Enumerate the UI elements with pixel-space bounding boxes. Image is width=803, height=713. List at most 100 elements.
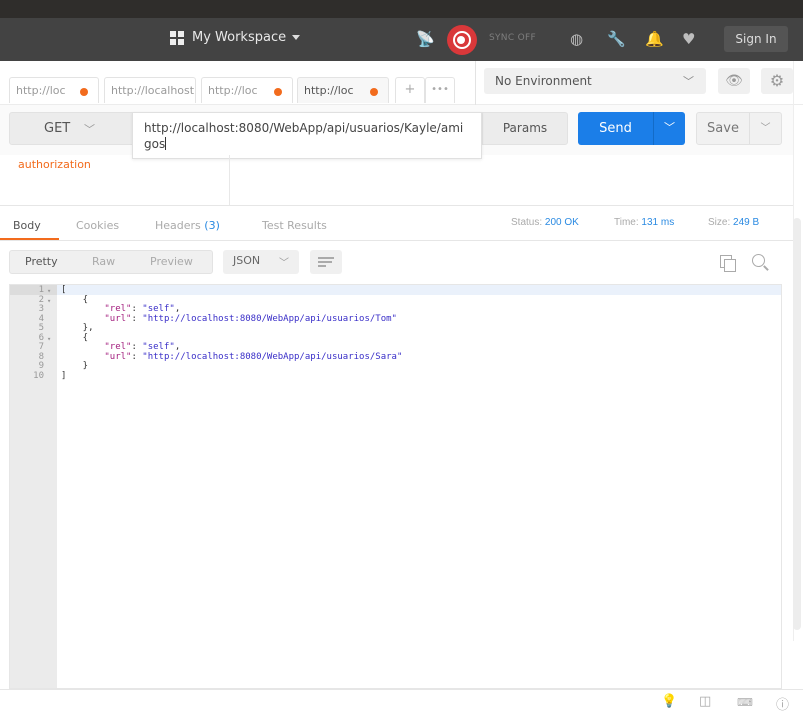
environment-select[interactable]: No Environment ﹀: [484, 68, 706, 94]
copy-icon[interactable]: [720, 255, 736, 272]
chevron-down-icon: ﹀: [683, 75, 694, 88]
bell-icon[interactable]: 🔔: [645, 30, 664, 48]
send-options-chevron-icon[interactable]: ﹀: [654, 112, 685, 143]
fold-arrow-icon[interactable]: ▾: [47, 287, 51, 297]
request-tab[interactable]: http://localhost: [104, 77, 196, 103]
format-select[interactable]: JSON ﹀: [223, 250, 299, 274]
wrap-lines-button[interactable]: [310, 250, 342, 274]
time-label: Time:: [614, 217, 639, 228]
eye-icon[interactable]: 👁: [718, 68, 750, 94]
method-label: GET: [44, 121, 71, 136]
time-value: 131 ms: [641, 217, 675, 228]
active-tab-underline: [0, 238, 59, 240]
time-readout: Time: 131 ms: [614, 217, 674, 228]
url-text: http://localhost:8080/WebApp/api/usuario…: [144, 121, 464, 151]
save-options-chevron-icon[interactable]: ﹀: [750, 113, 781, 144]
chevron-down-icon: ﹀: [84, 123, 95, 136]
wrap-icon-line: [318, 257, 334, 259]
environment-label: No Environment: [495, 74, 592, 88]
divider: [475, 61, 476, 105]
tab-headers-label: Headers: [155, 219, 201, 232]
more-tabs-button[interactable]: •••: [425, 77, 455, 103]
status-label: Status:: [511, 217, 543, 228]
json-string-value: "self": [142, 304, 175, 314]
request-tab-label: http://loc: [16, 84, 66, 97]
save-button[interactable]: Save ﹀: [696, 112, 782, 145]
workspace-label: My Workspace: [192, 30, 287, 45]
view-pretty-button[interactable]: Pretty: [25, 255, 58, 268]
view-preview-button[interactable]: Preview: [150, 255, 193, 268]
request-tab-label: http://loc: [304, 84, 354, 97]
workspace-switcher[interactable]: My Workspace: [170, 30, 301, 45]
authorization-tab[interactable]: authorization: [18, 158, 91, 171]
view-mode-group: Pretty Raw Preview: [9, 250, 213, 274]
method-select[interactable]: GET ﹀: [9, 112, 135, 145]
headers-count: (3): [204, 219, 220, 232]
heart-icon[interactable]: ♥: [682, 30, 695, 48]
json-key: "rel": [104, 304, 132, 314]
wrench-icon[interactable]: 🔧: [607, 30, 626, 48]
json-key: "rel": [104, 342, 132, 352]
send-label: Send: [599, 121, 632, 136]
unsaved-dot-icon: [274, 88, 282, 96]
divider: [229, 155, 230, 205]
tab-cookies[interactable]: Cookies: [76, 219, 119, 232]
json-key: "url": [104, 351, 132, 362]
send-button[interactable]: Send ﹀: [578, 112, 685, 145]
request-tab-active[interactable]: http://loc: [297, 77, 389, 103]
wrap-icon-line: [318, 265, 326, 267]
workspace-grid-icon: [170, 30, 184, 45]
unsaved-dot-icon: [80, 88, 88, 96]
request-tab[interactable]: http://loc: [9, 77, 99, 103]
size-readout: Size: 249 B: [708, 217, 759, 228]
satellite-icon[interactable]: 📡: [416, 30, 435, 48]
code-line: "url": "http://localhost:8080/WebApp/api…: [104, 351, 403, 362]
search-icon[interactable]: [752, 254, 770, 272]
status-readout: Status: 200 OK: [511, 217, 579, 228]
code-line: ]: [61, 370, 67, 381]
size-value: 249 B: [733, 217, 760, 228]
tab-headers[interactable]: Headers (3): [155, 219, 220, 232]
json-string-value: "http://localhost:8080/WebApp/api/usuari…: [142, 313, 397, 324]
request-tab-label: http://localhost: [111, 84, 195, 97]
response-tabs: Body Cookies Headers (3) Test Results St…: [0, 206, 793, 241]
json-string-value: "http://localhost:8080/WebApp/api/usuari…: [142, 351, 403, 362]
app-header: My Workspace 📡 SYNC OFF ◍ 🔧 🔔 ♥ Sign In: [0, 18, 803, 61]
code-line: "url": "http://localhost:8080/WebApp/api…: [104, 313, 397, 324]
view-raw-button[interactable]: Raw: [92, 255, 115, 268]
sync-status: SYNC OFF: [489, 33, 536, 43]
keyboard-icon[interactable]: ⌨: [737, 696, 753, 709]
status-value: 200 OK: [544, 217, 579, 228]
chevron-down-icon: ﹀: [279, 258, 289, 269]
vertical-scrollbar[interactable]: [793, 218, 801, 630]
tab-body[interactable]: Body: [13, 219, 41, 232]
json-string-value: "self": [142, 342, 175, 352]
response-body-editor[interactable]: 1 ▾[2 ▾ {3 "rel": "self", 4 "url": "http://…: [9, 284, 782, 689]
active-line-highlight: [57, 285, 781, 295]
request-tab[interactable]: http://loc: [201, 77, 293, 103]
line-number: 10: [33, 370, 44, 381]
unsaved-dot-icon: [370, 88, 378, 96]
status-footer: 💡 ◫ ⌨ ⓘ: [0, 689, 803, 713]
json-key: "url": [104, 313, 132, 324]
sync-icon[interactable]: [447, 25, 477, 55]
new-tab-button[interactable]: +: [395, 77, 425, 103]
caret-down-icon: [292, 35, 301, 40]
help-icon[interactable]: ⓘ: [776, 694, 789, 713]
params-button[interactable]: Params: [482, 112, 568, 145]
wrap-icon-line: [318, 261, 332, 263]
save-label: Save: [707, 121, 739, 136]
fold-arrow-icon[interactable]: ▾: [47, 297, 51, 307]
window-top-strip: [0, 0, 803, 18]
request-tab-label: http://loc: [208, 84, 258, 97]
url-input[interactable]: http://localhost:8080/WebApp/api/usuario…: [132, 112, 482, 159]
gear-icon[interactable]: ⚙: [761, 68, 793, 94]
two-pane-icon[interactable]: ◫: [699, 694, 711, 709]
size-label: Size:: [708, 217, 731, 228]
lightbulb-icon[interactable]: 💡: [661, 694, 677, 709]
globe-icon[interactable]: ◍: [570, 30, 583, 48]
tab-test-results[interactable]: Test Results: [262, 219, 327, 232]
fold-arrow-icon[interactable]: ▾: [47, 335, 51, 345]
sign-in-button[interactable]: Sign In: [724, 26, 788, 52]
text-cursor: [165, 137, 167, 150]
